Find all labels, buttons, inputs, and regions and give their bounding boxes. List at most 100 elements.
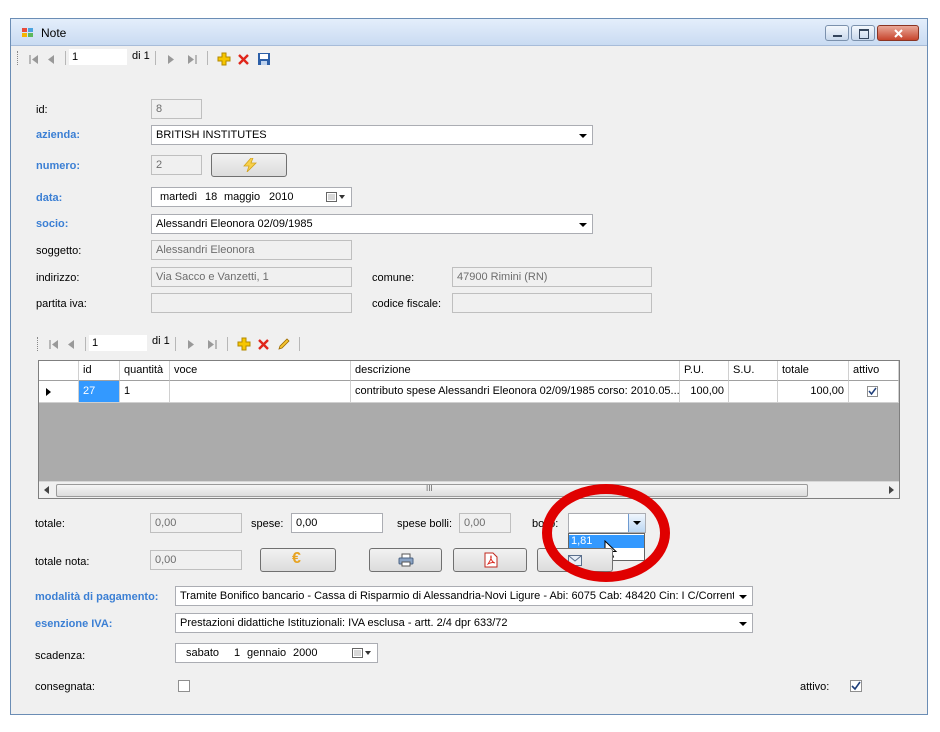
euro-icon: € bbox=[292, 550, 301, 567]
column-header-quantita[interactable]: quantità bbox=[120, 361, 170, 381]
maximize-button[interactable] bbox=[851, 25, 875, 41]
lightning-icon bbox=[243, 158, 257, 172]
chevron-down-icon bbox=[633, 521, 641, 525]
numero-field[interactable]: 2 bbox=[151, 155, 202, 175]
bollo-combo[interactable] bbox=[568, 513, 646, 533]
move-previous-icon[interactable] bbox=[47, 55, 55, 64]
email-button[interactable] bbox=[537, 548, 613, 572]
toolbar-grip[interactable] bbox=[17, 51, 20, 65]
column-header-pu[interactable]: P.U. bbox=[680, 361, 729, 381]
delete-icon[interactable] bbox=[237, 53, 250, 66]
move-first-icon[interactable] bbox=[49, 340, 59, 349]
bollo-dropdown-button[interactable] bbox=[628, 514, 645, 532]
column-header-su[interactable]: S.U. bbox=[729, 361, 778, 381]
azienda-combo[interactable]: BRITISH INSTITUTES bbox=[151, 125, 593, 145]
edit-pencil-icon[interactable] bbox=[277, 337, 291, 351]
column-header-id[interactable]: id bbox=[79, 361, 120, 381]
soggetto-field[interactable]: Alessandri Eleonora bbox=[151, 240, 352, 260]
toolbar-separator bbox=[175, 337, 176, 351]
checkmark-icon bbox=[868, 387, 877, 396]
scroll-thumb[interactable]: III bbox=[56, 484, 808, 497]
totale-field[interactable]: 0,00 bbox=[150, 513, 242, 533]
add-new-icon[interactable] bbox=[237, 337, 251, 351]
close-icon bbox=[894, 29, 903, 38]
scadenza-datepicker[interactable]: sabato 1 gennaio 2000 bbox=[175, 643, 378, 663]
row-header[interactable] bbox=[39, 381, 79, 403]
esenzione-iva-label: esenzione IVA: bbox=[35, 618, 113, 630]
toolbar-separator bbox=[227, 337, 228, 351]
calculate-total-button[interactable]: € bbox=[260, 548, 336, 572]
position-input[interactable]: 1 bbox=[69, 49, 127, 65]
chevron-down-icon bbox=[739, 595, 747, 599]
cell-pu[interactable]: 100,00 bbox=[680, 381, 729, 403]
spese-bolli-field[interactable]: 0,00 bbox=[459, 513, 511, 533]
save-icon[interactable] bbox=[257, 52, 271, 66]
id-field[interactable]: 8 bbox=[151, 99, 202, 119]
generate-number-button[interactable] bbox=[211, 153, 287, 177]
cell-descrizione[interactable]: contributo spese Alessandri Eleonora 02/… bbox=[351, 381, 680, 403]
partita-iva-field[interactable] bbox=[151, 293, 352, 313]
export-pdf-button[interactable] bbox=[453, 548, 527, 572]
move-first-icon[interactable] bbox=[29, 55, 39, 64]
scroll-right-icon[interactable] bbox=[889, 486, 894, 494]
move-next-icon[interactable] bbox=[187, 340, 195, 349]
cell-voce[interactable] bbox=[170, 381, 351, 403]
toolbar-separator bbox=[155, 51, 156, 65]
delete-icon[interactable] bbox=[257, 338, 270, 351]
column-header-totale[interactable]: totale bbox=[778, 361, 849, 381]
maximize-icon bbox=[859, 29, 869, 39]
minimize-button[interactable] bbox=[825, 25, 849, 41]
move-previous-icon[interactable] bbox=[67, 340, 75, 349]
chevron-down-icon bbox=[579, 134, 587, 138]
cell-id[interactable]: 27 bbox=[79, 381, 120, 403]
azienda-value: BRITISH INSTITUTES bbox=[156, 129, 267, 141]
data-day: martedì bbox=[160, 191, 198, 203]
cell-quantita[interactable]: 1 bbox=[120, 381, 170, 403]
pdf-icon bbox=[484, 552, 498, 568]
move-next-icon[interactable] bbox=[167, 55, 175, 64]
move-last-icon[interactable] bbox=[187, 55, 197, 64]
cell-su[interactable] bbox=[729, 381, 778, 403]
socio-label: socio: bbox=[36, 218, 69, 230]
esenzione-iva-combo[interactable]: Prestazioni didattiche Istituzionali: IV… bbox=[175, 613, 753, 633]
azienda-label: azienda: bbox=[36, 129, 81, 141]
detail-position-input[interactable]: 1 bbox=[89, 335, 147, 351]
toolbar-separator bbox=[207, 51, 208, 65]
totale-nota-field[interactable]: 0,00 bbox=[150, 550, 242, 570]
column-header-descrizione[interactable]: descrizione bbox=[351, 361, 680, 381]
attivo-checkbox[interactable] bbox=[850, 680, 862, 692]
indirizzo-label: indirizzo: bbox=[36, 272, 80, 284]
toolbar-grip[interactable] bbox=[37, 337, 40, 351]
scadenza-year: 2000 bbox=[293, 647, 318, 659]
consegnata-label: consegnata: bbox=[35, 681, 95, 693]
add-new-icon[interactable] bbox=[217, 52, 231, 66]
column-header-voce[interactable]: voce bbox=[170, 361, 351, 381]
cell-totale[interactable]: 100,00 bbox=[778, 381, 849, 403]
consegnata-checkbox[interactable] bbox=[178, 680, 190, 692]
spese-field[interactable]: 0,00 bbox=[291, 513, 383, 533]
scroll-left-icon[interactable] bbox=[44, 486, 49, 494]
indirizzo-field[interactable]: Via Sacco e Vanzetti, 1 bbox=[151, 267, 352, 287]
data-datepicker[interactable]: martedì 18 maggio 2010 bbox=[151, 187, 352, 207]
cell-attivo[interactable] bbox=[849, 381, 899, 403]
calendar-dropdown-icon bbox=[352, 648, 371, 658]
codice-fiscale-label: codice fiscale: bbox=[372, 298, 442, 310]
close-button[interactable] bbox=[877, 25, 919, 41]
socio-combo[interactable]: Alessandri Eleonora 02/09/1985 bbox=[151, 214, 593, 234]
title-bar[interactable]: Note bbox=[11, 19, 927, 46]
minimize-icon bbox=[833, 35, 842, 37]
move-last-icon[interactable] bbox=[207, 340, 217, 349]
count-label: di 1 bbox=[132, 50, 150, 62]
data-year: 2010 bbox=[269, 191, 294, 203]
id-label: id: bbox=[36, 104, 48, 116]
column-header-attivo[interactable]: attivo bbox=[849, 361, 899, 381]
toolbar-separator bbox=[65, 51, 66, 65]
comune-field[interactable]: 47900 Rimini (RN) bbox=[452, 267, 652, 287]
detail-data-grid[interactable]: id quantità voce descrizione P.U. S.U. t… bbox=[38, 360, 900, 499]
modalita-pagamento-combo[interactable]: Tramite Bonifico bancario - Cassa di Ris… bbox=[175, 586, 753, 606]
print-button[interactable] bbox=[369, 548, 442, 572]
attivo-row-checkbox[interactable] bbox=[867, 386, 878, 397]
grid-horizontal-scrollbar[interactable]: III bbox=[39, 481, 899, 498]
codice-fiscale-field[interactable] bbox=[452, 293, 652, 313]
spese-label: spese: bbox=[251, 518, 284, 530]
